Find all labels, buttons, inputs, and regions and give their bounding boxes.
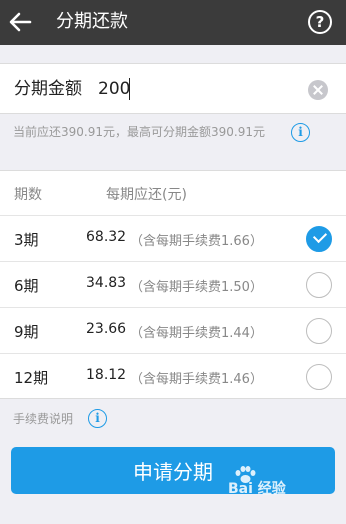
back-arrow-icon[interactable] [8,11,32,33]
column-header-payment: 每期应还(元) [106,187,187,203]
plan-row-9[interactable]: 9期 23.66 （含每期手续费1.44） [0,308,346,354]
plan-amount: 68.32 [86,229,127,245]
help-icon[interactable]: ? [308,10,332,34]
plan-term: 9期 [14,323,39,341]
info-icon[interactable]: i [291,123,310,142]
plan-amount: 23.66 [86,321,127,337]
plan-fee: （含每期手续费1.66） [130,234,263,249]
plan-amount: 34.83 [86,275,127,291]
plan-term: 12期 [14,369,49,387]
amount-input[interactable] [98,76,288,102]
watermark: Bai 经验 [228,481,286,497]
apply-installment-button[interactable]: 申请分期 [11,447,335,494]
amount-card: 分期金额 [0,63,346,114]
repayment-hint: 当前应还390.91元，最高可分期金额390.91元 [13,125,265,139]
plan-fee: （含每期手续费1.44） [130,326,263,341]
info-icon[interactable]: i [88,409,107,428]
text-cursor [129,78,130,100]
installment-plan-list: 期数 每期应还(元) 3期 68.32 （含每期手续费1.66） 6期 34.8… [0,170,346,399]
radio-button[interactable] [306,364,332,390]
plan-term: 6期 [14,277,39,295]
plan-amount: 18.12 [86,367,127,383]
plan-row-12[interactable]: 12期 18.12 （含每期手续费1.46） [0,354,346,400]
plan-fee: （含每期手续费1.50） [130,280,263,295]
clear-icon[interactable] [308,80,328,100]
selected-check-icon[interactable] [306,226,332,252]
top-bar: 分期还款 ? [0,0,346,45]
fee-explanation-link[interactable]: 手续费说明 [13,411,73,427]
plan-term: 3期 [14,231,39,249]
radio-button[interactable] [306,318,332,344]
plan-row-6[interactable]: 6期 34.83 （含每期手续费1.50） [0,262,346,308]
radio-button[interactable] [306,272,332,298]
plan-row-3[interactable]: 3期 68.32 （含每期手续费1.66） [0,216,346,262]
column-header-term: 期数 [14,187,42,203]
amount-label: 分期金额 [14,79,82,99]
plan-list-header: 期数 每期应还(元) [0,171,346,216]
plan-fee: （含每期手续费1.46） [130,372,263,387]
page-title: 分期还款 [56,11,128,32]
